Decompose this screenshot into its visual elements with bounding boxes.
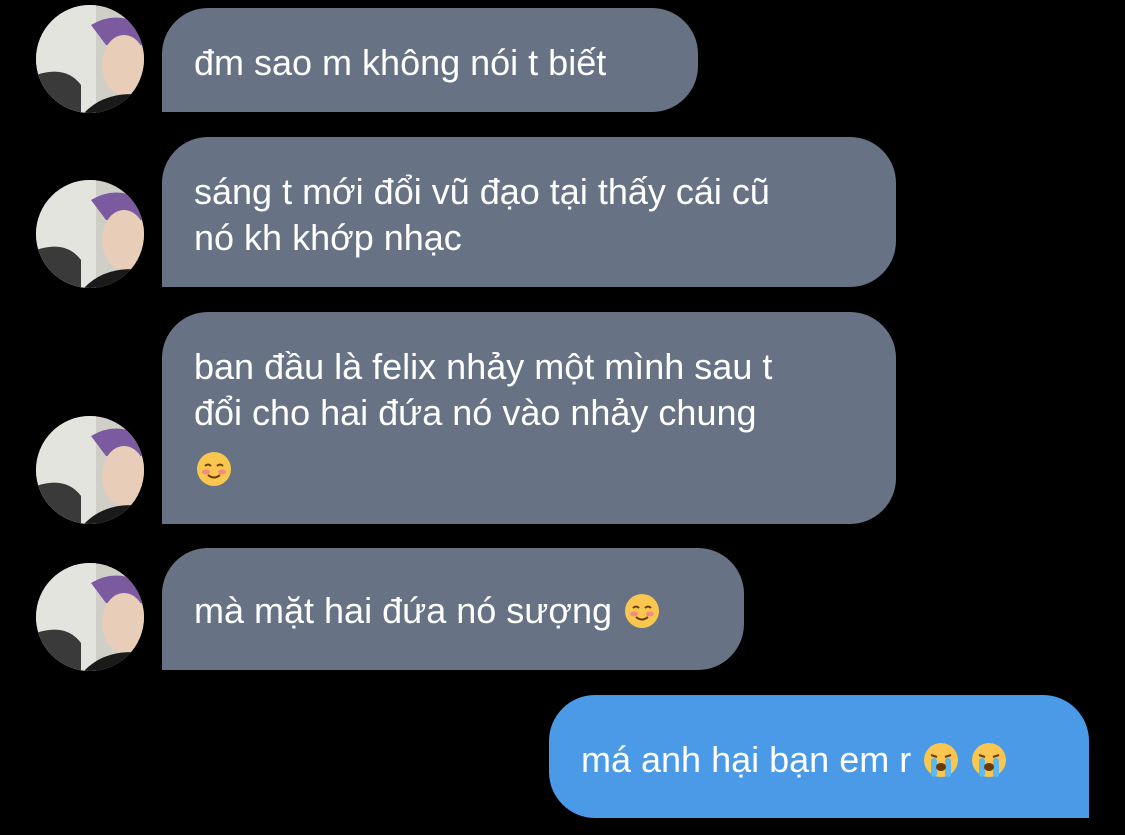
outgoing-message-bubble[interactable]: má anh hại bạn em r: [549, 695, 1089, 818]
contact-avatar[interactable]: [36, 5, 144, 113]
message-text-line: sáng t mới đổi vũ đạo tại thấy cái cũ: [194, 171, 770, 212]
contact-avatar[interactable]: [36, 563, 144, 671]
message-text-line: ban đầu là felix nhảy một mình sau t: [194, 346, 773, 387]
incoming-message-bubble[interactable]: đm sao m không nói t biết: [162, 8, 698, 112]
incoming-message-bubble[interactable]: mà mặt hai đứa nó sượng: [162, 548, 744, 670]
contact-avatar[interactable]: [36, 416, 144, 524]
loudly-crying-face-icon: [923, 742, 959, 778]
incoming-message-bubble[interactable]: sáng t mới đổi vũ đạo tại thấy cái cũ nó…: [162, 137, 896, 287]
contact-avatar[interactable]: [36, 180, 144, 288]
message-thread: đm sao m không nói t biết sáng t mới đổi…: [0, 0, 1125, 835]
smiling-face-icon: [624, 593, 660, 629]
message-text-line: nó kh khớp nhạc: [194, 217, 462, 258]
message-text: đm sao m không nói t biết: [194, 42, 607, 83]
loudly-crying-face-icon: [971, 742, 1007, 778]
message-text: mà mặt hai đứa nó sượng: [194, 590, 613, 631]
smiling-face-icon: [196, 451, 232, 487]
message-text-line: đổi cho hai đứa nó vào nhảy chung: [194, 392, 757, 433]
incoming-message-bubble[interactable]: ban đầu là felix nhảy một mình sau t đổi…: [162, 312, 896, 524]
message-text: má anh hại bạn em r: [581, 739, 912, 780]
